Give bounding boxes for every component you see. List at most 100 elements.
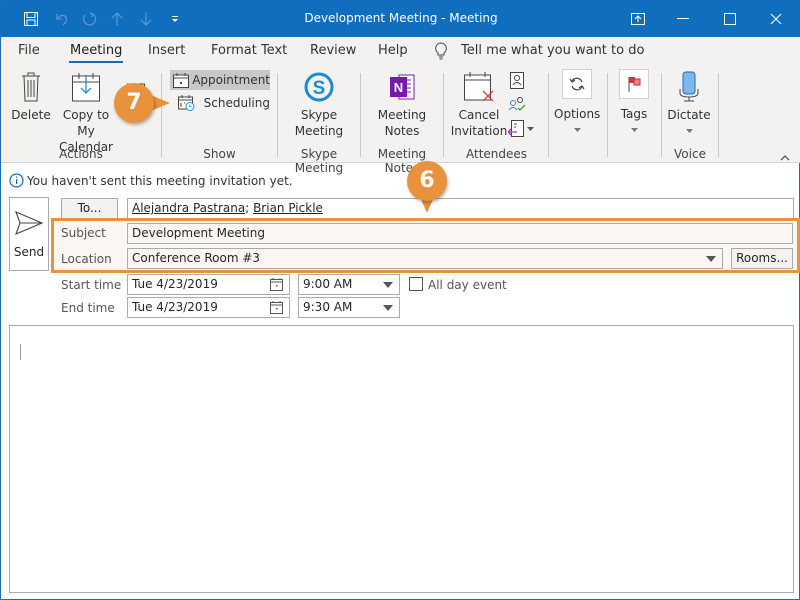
tell-me-search[interactable]: Tell me what you want to do xyxy=(461,43,644,58)
cancel-invitation-button[interactable]: Cancel Invitation xyxy=(449,71,509,139)
scheduling-label: Scheduling xyxy=(203,96,270,110)
cancel-label-line2: Invitation xyxy=(450,124,508,138)
group-separator xyxy=(718,73,719,157)
callout-number: 7 xyxy=(114,83,154,123)
tab-file[interactable]: File xyxy=(18,43,40,58)
cancel-label-line1: Cancel xyxy=(458,108,500,122)
to-field[interactable]: Alejandra Pastrana; Brian Pickle xyxy=(127,198,794,219)
lightbulb-icon xyxy=(434,42,448,63)
end-time-field[interactable]: 9:30 AM xyxy=(298,297,400,318)
group-separator xyxy=(661,73,662,157)
ribbon-display-options-icon[interactable] xyxy=(621,7,655,31)
tags-label: Tags xyxy=(620,107,648,121)
response-options-icon xyxy=(508,120,524,137)
maximize-button[interactable] xyxy=(713,7,747,31)
ribbon-tabs: File Meeting Insert Format Text Review H… xyxy=(1,37,800,65)
group-separator xyxy=(548,73,549,157)
minimize-button[interactable] xyxy=(666,7,700,31)
info-bar: You haven't sent this meeting invitation… xyxy=(9,173,293,188)
dictate-label: Dictate xyxy=(667,108,711,122)
start-time-field[interactable]: 9:00 AM xyxy=(298,274,400,295)
dropdown-arrow-icon xyxy=(685,129,693,133)
title-bar: Development Meeting - Meeting xyxy=(1,1,800,37)
meeting-window: Development Meeting - Meeting File Meeti… xyxy=(0,0,800,600)
all-day-label: All day event xyxy=(428,278,507,292)
subject-label: Subject xyxy=(61,226,106,240)
location-value: Conference Room #3 xyxy=(132,251,261,265)
tab-help[interactable]: Help xyxy=(378,43,408,58)
send-label: Send xyxy=(13,245,45,259)
delete-label: Delete xyxy=(11,108,51,122)
flag-icon xyxy=(628,77,641,92)
delete-button[interactable]: Delete xyxy=(9,71,53,123)
tab-insert[interactable]: Insert xyxy=(148,43,185,58)
group-separator xyxy=(607,73,608,157)
start-date-field[interactable]: Tue 4/23/2019 xyxy=(127,274,290,295)
start-time-value: 9:00 AM xyxy=(303,277,353,291)
all-day-checkbox[interactable] xyxy=(409,277,423,291)
skype-group-label: Skype Meeting xyxy=(294,147,344,175)
appointment-label: Appointment xyxy=(192,73,270,87)
copy-to-my-calendar-button[interactable]: Copy to My Calendar xyxy=(53,71,119,155)
show-group-label: Show xyxy=(203,147,236,161)
skype-meeting-button[interactable]: S Skype Meeting xyxy=(283,71,355,139)
skype-label-line2: Meeting xyxy=(294,124,344,138)
calendar-copy-icon xyxy=(72,73,100,102)
rooms-button[interactable]: Rooms... xyxy=(731,248,793,269)
to-button[interactable]: To... xyxy=(61,198,118,219)
options-button[interactable]: Options xyxy=(554,69,600,132)
appointment-button[interactable]: Appointment xyxy=(170,70,270,90)
callout-number: 6 xyxy=(407,161,447,201)
cancel-calendar-icon xyxy=(464,72,494,102)
send-button[interactable]: Send xyxy=(9,197,49,271)
collapse-ribbon-icon[interactable] xyxy=(780,150,790,164)
notes-label-line1: Meeting xyxy=(377,108,427,122)
voice-group-label: Voice xyxy=(674,147,706,161)
send-icon xyxy=(15,211,44,235)
start-date-value: Tue 4/23/2019 xyxy=(132,277,218,291)
response-options-button[interactable] xyxy=(508,120,534,137)
copy-label-line1: Copy to My xyxy=(62,108,110,138)
tags-button[interactable]: Tags xyxy=(613,69,655,132)
check-names-icon[interactable] xyxy=(508,96,526,115)
recipient[interactable]: Brian Pickle xyxy=(253,201,323,215)
recipient[interactable]: Alejandra Pastrana xyxy=(132,201,245,215)
info-icon xyxy=(9,173,24,188)
dropdown-arrow-icon xyxy=(573,128,581,132)
close-button[interactable] xyxy=(759,7,793,31)
location-label: Location xyxy=(61,252,112,266)
tab-review[interactable]: Review xyxy=(310,43,356,58)
trash-icon xyxy=(22,72,40,102)
start-time-dropdown-icon[interactable] xyxy=(383,282,393,288)
end-time-dropdown-icon[interactable] xyxy=(383,305,393,311)
scheduling-button[interactable]: Scheduling xyxy=(170,93,270,113)
tab-format-text[interactable]: Format Text xyxy=(211,43,287,58)
calendar-picker-icon[interactable] xyxy=(270,301,283,314)
message-body[interactable] xyxy=(9,325,794,593)
attendees-group-label: Attendees xyxy=(465,147,528,161)
notes-label-line2: Notes xyxy=(384,124,420,138)
end-time-label: End time xyxy=(61,301,115,315)
meeting-notes-button[interactable]: N Meeting Notes xyxy=(367,71,437,139)
address-book-icon[interactable] xyxy=(510,72,524,92)
actions-group-label: Actions xyxy=(59,147,103,161)
group-separator xyxy=(443,73,444,157)
location-field[interactable]: Conference Room #3 xyxy=(127,248,723,269)
end-time-value: 9:30 AM xyxy=(303,300,353,314)
location-dropdown-icon[interactable] xyxy=(706,256,716,262)
calendar-picker-icon[interactable] xyxy=(270,278,283,291)
tab-meeting[interactable]: Meeting xyxy=(68,43,124,63)
info-message: You haven't sent this meeting invitation… xyxy=(27,173,293,188)
dictate-button[interactable]: Dictate xyxy=(665,71,713,133)
text-caret xyxy=(20,344,21,360)
dropdown-arrow-icon xyxy=(527,126,534,131)
subject-field[interactable]: Development Meeting xyxy=(127,223,793,244)
group-separator xyxy=(277,73,278,157)
onenote-icon: N xyxy=(390,74,415,100)
options-label: Options xyxy=(554,107,601,121)
refresh-icon xyxy=(569,77,585,91)
end-date-field[interactable]: Tue 4/23/2019 xyxy=(127,297,290,318)
start-time-label: Start time xyxy=(61,278,122,292)
group-separator xyxy=(360,73,361,157)
dropdown-arrow-icon xyxy=(630,128,638,132)
